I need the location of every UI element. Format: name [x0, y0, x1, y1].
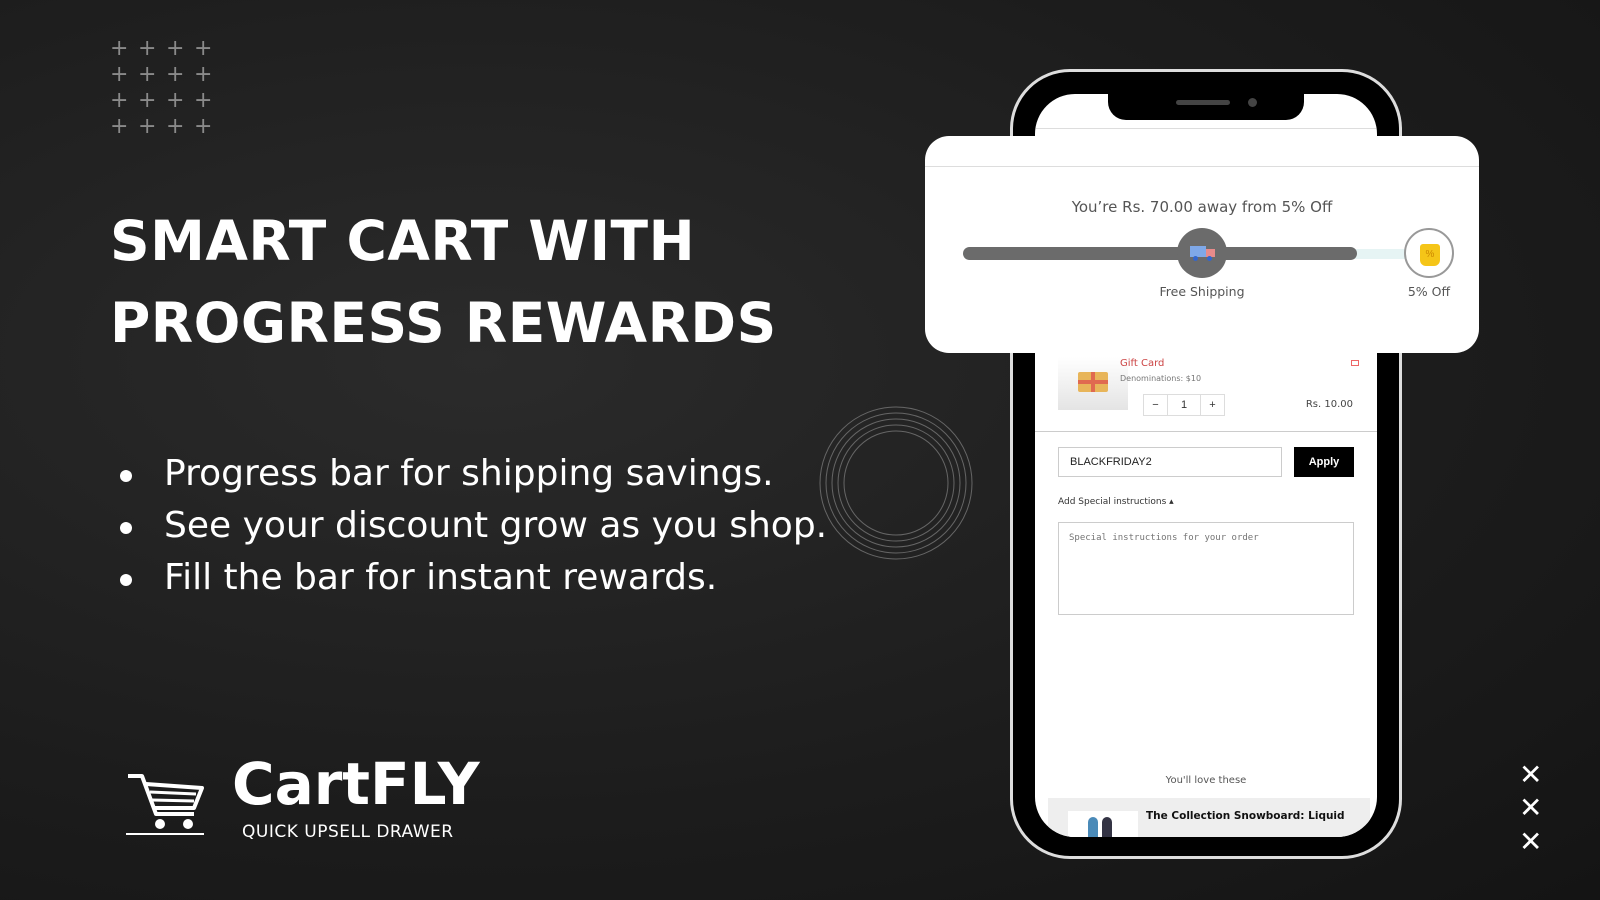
- upsell-heading: You'll love these: [1165, 775, 1247, 786]
- discount-code-input[interactable]: [1058, 447, 1282, 477]
- caret-up-icon: ▴: [1169, 497, 1174, 507]
- progress-fill: [963, 247, 1357, 260]
- plus-mark: +: [194, 62, 213, 87]
- product-image: [1058, 357, 1128, 410]
- plus-mark: +: [110, 62, 129, 87]
- quantity-stepper[interactable]: − 1 +: [1143, 394, 1225, 416]
- progress-rewards-card: You’re Rs. 70.00 away from 5% Off % Free…: [925, 136, 1479, 353]
- feature-item: Fill the bar for instant rewards.: [118, 552, 827, 604]
- product-variant: Denominations: $10: [1120, 374, 1202, 383]
- snowboard-image: [1068, 811, 1138, 837]
- plus-mark: +: [110, 36, 129, 61]
- quantity-value[interactable]: 1: [1168, 395, 1200, 415]
- plus-mark: +: [110, 114, 129, 139]
- special-instructions-textarea[interactable]: [1058, 522, 1354, 615]
- brand-tagline: QUICK UPSELL DRAWER: [242, 822, 454, 842]
- special-instructions-toggle[interactable]: Add Special instructions ▴: [1058, 497, 1174, 507]
- plus-mark: +: [166, 36, 185, 61]
- feature-item: See your discount grow as you shop.: [118, 500, 827, 552]
- plus-mark: +: [166, 114, 185, 139]
- product-price: Rs. 10.00: [1305, 399, 1353, 410]
- plus-mark: +: [194, 114, 213, 139]
- plus-mark: +: [138, 62, 157, 87]
- upsell-item[interactable]: The Collection Snowboard: Liquid: [1048, 798, 1370, 837]
- feature-list: Progress bar for shipping savings. See y…: [118, 448, 827, 604]
- shopping-cart-icon: [126, 774, 204, 835]
- milestone-label: Free Shipping: [1159, 284, 1245, 299]
- decrease-button[interactable]: −: [1144, 395, 1168, 415]
- close-x-icon: ✕: [1519, 825, 1543, 858]
- milestone-label: 5% Off: [1407, 284, 1451, 299]
- plus-mark: +: [138, 36, 157, 61]
- plus-mark: +: [138, 114, 157, 139]
- title-line: PROGRESS REWARDS: [110, 291, 777, 355]
- hero-title: SMART CART WITH PROGRESS REWARDS: [110, 200, 777, 364]
- remove-icon[interactable]: [1351, 360, 1359, 366]
- increase-button[interactable]: +: [1200, 395, 1224, 415]
- plus-mark: +: [138, 88, 157, 113]
- upsell-product-name[interactable]: The Collection Snowboard: Liquid: [1146, 810, 1345, 822]
- toggle-label: Add Special instructions: [1058, 497, 1167, 507]
- plus-mark: +: [110, 88, 129, 113]
- discount-tag-icon: %: [1404, 228, 1454, 278]
- product-name[interactable]: Gift Card: [1120, 358, 1164, 369]
- title-line: SMART CART WITH: [110, 209, 696, 273]
- decorative-circles: [819, 406, 973, 560]
- free-truck-icon: [1177, 228, 1227, 278]
- apply-button[interactable]: Apply: [1294, 447, 1354, 477]
- plus-mark: +: [194, 88, 213, 113]
- progress-message: You’re Rs. 70.00 away from 5% Off: [1071, 198, 1333, 216]
- close-x-icon: ✕: [1519, 758, 1543, 791]
- plus-mark: +: [166, 62, 185, 87]
- brand-name: CartFLY: [232, 750, 480, 818]
- gift-card-icon: [1078, 372, 1108, 392]
- plus-mark: +: [166, 88, 185, 113]
- phone-notch: [1108, 92, 1304, 120]
- plus-mark: +: [194, 36, 213, 61]
- close-x-icon: ✕: [1519, 791, 1543, 824]
- feature-item: Progress bar for shipping savings.: [118, 448, 827, 500]
